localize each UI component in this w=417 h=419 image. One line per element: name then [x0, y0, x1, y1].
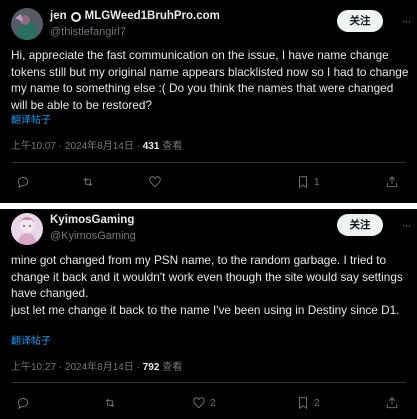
action-bar: 2 2	[0, 395, 417, 411]
like-count: 2	[210, 397, 216, 409]
affiliation-name[interactable]: MLGWeed1BruhPro.com	[85, 9, 220, 24]
avatar[interactable]	[11, 8, 43, 40]
bookmark-count: 1	[314, 176, 320, 188]
share-icon	[386, 397, 398, 409]
display-name[interactable]: jen	[50, 9, 67, 24]
more-options-icon[interactable]: ···	[400, 219, 412, 231]
views-count: 431	[142, 141, 160, 152]
tweet-text: mine got changed from my PSN name, to th…	[11, 253, 403, 317]
tweet-timestamp[interactable]: 上午10:07 · 2024年8月14日 ·	[11, 141, 143, 152]
repost-button[interactable]	[81, 174, 99, 190]
divider	[11, 382, 406, 383]
heart-icon	[193, 397, 205, 409]
tweet-timestamp[interactable]: 上午10:27 · 2024年8月14日 ·	[11, 362, 143, 373]
reply-button[interactable]	[16, 174, 34, 190]
tweet-text: Hi, appreciate the fast communication on…	[11, 48, 409, 112]
reply-button[interactable]	[16, 395, 34, 411]
tweet-meta: 上午10:07 · 2024年8月14日 · 431 查看	[11, 141, 182, 153]
views-label: 查看	[159, 141, 183, 152]
share-button[interactable]	[385, 395, 399, 411]
translate-link[interactable]: 翻译帖子	[11, 115, 51, 127]
heart-icon	[149, 176, 161, 188]
reply-icon	[17, 177, 29, 189]
circle-badge-icon	[70, 11, 81, 22]
bookmark-icon	[299, 176, 307, 189]
more-options-icon[interactable]: ···	[400, 15, 412, 27]
follow-button[interactable]: 关注	[337, 10, 383, 32]
tweet-meta: 上午10:27 · 2024年8月14日 · 792 查看	[11, 362, 182, 374]
avatar[interactable]	[11, 213, 43, 245]
follow-button[interactable]: 关注	[337, 214, 383, 236]
reply-tweet: jen MLGWeed1BruhPro.com @thistlefangirl7…	[0, 0, 417, 203]
like-button[interactable]	[148, 174, 166, 190]
translate-link[interactable]: 翻译帖子	[11, 336, 51, 348]
repost-icon	[105, 398, 115, 408]
share-icon	[386, 176, 398, 188]
repost-icon	[83, 177, 93, 187]
action-bar: 1	[0, 174, 417, 190]
like-button[interactable]: 2	[192, 395, 216, 411]
bookmark-button[interactable]: 1	[296, 174, 320, 190]
views-label: 查看	[159, 362, 183, 373]
bookmark-icon	[299, 397, 307, 410]
share-button[interactable]	[385, 174, 399, 190]
bookmark-count: 2	[314, 397, 320, 409]
reply-icon	[17, 398, 29, 410]
reply-tweet: KyimosGaming @KyimosGaming 关注 ··· mine g…	[0, 209, 417, 419]
views-count: 792	[142, 362, 160, 373]
display-name[interactable]: KyimosGaming	[50, 213, 134, 228]
divider	[11, 162, 406, 163]
bookmark-button[interactable]: 2	[296, 395, 320, 411]
repost-button[interactable]	[103, 395, 121, 411]
